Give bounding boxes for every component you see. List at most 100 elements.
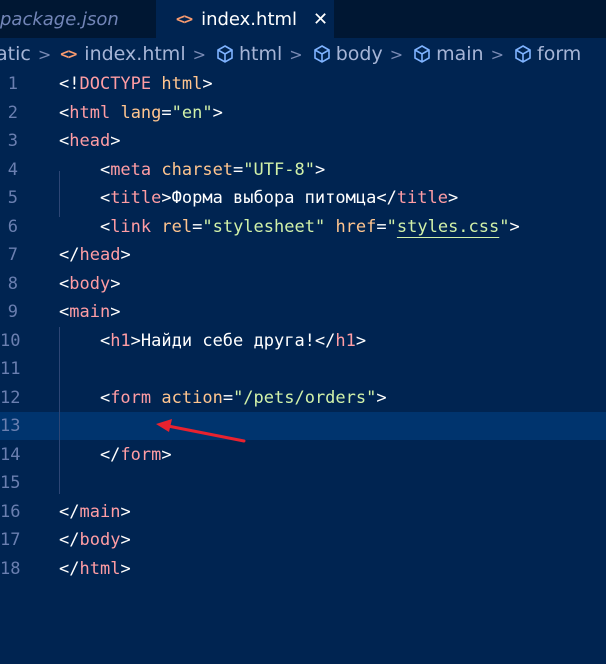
code-editor[interactable]: 18 </html> 17 </body> 16 </main> 15 14 </form> 1…: [0, 70, 606, 664]
tab-package-json[interactable]: package.json: [0, 0, 152, 38]
code-token: main: [79, 501, 121, 522]
breadcrumb-item-body[interactable]: body: [312, 43, 383, 65]
chevron-right-icon: >: [289, 44, 303, 64]
code-token: =: [222, 387, 234, 408]
code-token: </: [59, 245, 80, 265]
code-token: "/pets/orders": [233, 387, 377, 408]
code-line[interactable]: 10 <h1>Найди себе друга!</h1>: [0, 327, 606, 355]
code-line[interactable]: 17 </body>: [0, 526, 606, 554]
code-token: form: [110, 387, 152, 408]
code-line[interactable]: 16 </main>: [0, 498, 606, 526]
code-line[interactable]: 7 </head>: [0, 241, 606, 269]
code-token: <: [59, 302, 70, 322]
cube-icon: [515, 45, 531, 63]
code-token: >: [376, 387, 387, 408]
breadcrumb: atic > <> index.html > html > body > mai…: [0, 38, 606, 70]
code-token: DOCTYPE: [79, 74, 152, 94]
code-line[interactable]: 1 <!DOCTYPE html>: [0, 70, 606, 98]
code-token: </: [59, 558, 80, 579]
code-token: href: [335, 216, 377, 237]
code-token: lang: [120, 102, 162, 123]
code-token: charset: [161, 159, 234, 180]
line-number: 9: [7, 302, 18, 322]
code-token: "en": [171, 102, 213, 123]
code-token: title: [396, 188, 448, 208]
cube-icon: [217, 45, 233, 63]
code-token: </: [59, 501, 80, 522]
code-line[interactable]: 13: [0, 412, 606, 440]
code-token: >: [448, 188, 459, 208]
code-line[interactable]: 18 </html>: [0, 555, 606, 583]
line-number: 1: [7, 74, 18, 94]
code-text: <h1>Найди себе друга!</h1>: [59, 327, 366, 355]
code-token: styles.css: [396, 216, 500, 237]
code-token: >: [110, 302, 121, 322]
cube-icon: [414, 45, 430, 63]
line-number: 17: [0, 530, 21, 550]
tab-label: index.html: [201, 8, 298, 30]
tab-index-html[interactable]: <> index.html ✕: [156, 0, 334, 38]
line-number: 10: [0, 330, 21, 351]
code-token: >: [212, 102, 223, 123]
breadcrumb-item-file[interactable]: <> index.html: [60, 43, 185, 65]
code-line[interactable]: 6 <link rel="stylesheet" href="styles.cs…: [0, 213, 606, 241]
code-token: h1: [335, 330, 356, 351]
code-line[interactable]: 4 <meta charset="UTF-8">: [0, 156, 606, 184]
code-text: </main>: [59, 498, 131, 526]
breadcrumb-item-form[interactable]: form: [513, 43, 581, 65]
code-text: <!DOCTYPE html>: [59, 70, 213, 98]
code-token: "UTF-8": [243, 159, 315, 180]
code-line[interactable]: 5 <title>Форма выбора питомца</title>: [0, 184, 606, 212]
code-token: <: [59, 131, 70, 151]
code-token: link: [110, 216, 152, 237]
chevron-right-icon: >: [389, 44, 404, 64]
code-text: </head>: [59, 241, 131, 269]
code-line[interactable]: 9 <main>: [0, 298, 606, 326]
breadcrumb-item-folder[interactable]: atic: [0, 43, 31, 65]
breadcrumb-item-main[interactable]: main: [412, 43, 484, 65]
breadcrumb-item-html[interactable]: html: [215, 43, 282, 65]
line-number: 16: [0, 501, 21, 522]
code-token: >: [161, 444, 172, 465]
code-text: <form action="/pets/orders">: [59, 384, 387, 412]
code-token: html: [69, 102, 111, 123]
code-token: body: [79, 530, 121, 550]
code-line[interactable]: 2 <html lang="en">: [0, 99, 606, 127]
code-text: <head>: [59, 127, 120, 155]
code-token: >: [509, 216, 520, 237]
code-line[interactable]: 15: [0, 469, 606, 497]
line-number: 13: [0, 416, 21, 436]
line-number: 14: [0, 444, 21, 465]
code-line[interactable]: 11: [0, 355, 606, 383]
code-token: title: [110, 188, 162, 208]
chevron-right-icon: >: [37, 44, 52, 64]
code-token: rel: [161, 216, 193, 237]
code-token: >: [202, 74, 213, 94]
tab-bar: package.json <> index.html ✕: [0, 0, 606, 38]
code-token: body: [69, 273, 111, 294]
code-text: <html lang="en">: [59, 99, 223, 127]
code-text: <link rel="stylesheet" href="styles.css"…: [59, 213, 520, 241]
code-token: meta: [110, 159, 152, 180]
code-token: <: [59, 330, 111, 351]
code-text: <meta charset="UTF-8">: [59, 156, 325, 184]
code-token: form: [120, 444, 162, 465]
code-token: </: [59, 444, 121, 465]
line-number: 11: [0, 359, 21, 379]
code-token: Форма выбора питомца: [171, 188, 377, 208]
code-text: <main>: [59, 298, 120, 326]
code-line[interactable]: 8 <body>: [0, 270, 606, 298]
code-token: =: [376, 216, 387, 237]
code-line[interactable]: 12 <form action="/pets/orders">: [0, 384, 606, 412]
code-line[interactable]: 14 </form>: [0, 441, 606, 469]
code-line[interactable]: 3 <head>: [0, 127, 606, 155]
line-number: 8: [7, 273, 18, 294]
code-token: <: [59, 387, 111, 408]
tab-label: package.json: [0, 8, 119, 30]
close-icon[interactable]: ✕: [313, 9, 328, 30]
line-number: 2: [7, 102, 18, 123]
line-number: 18: [0, 558, 21, 579]
